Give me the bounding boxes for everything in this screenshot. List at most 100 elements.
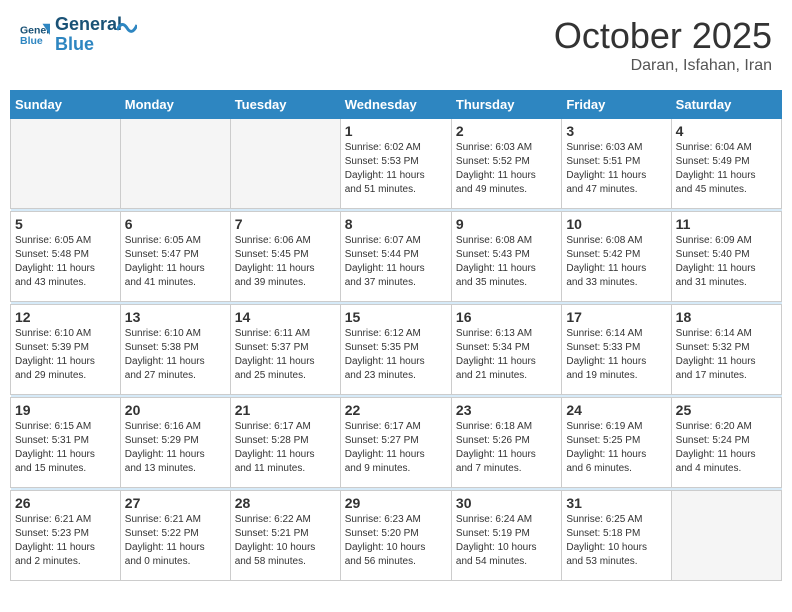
calendar-cell: 9Sunrise: 6:08 AM Sunset: 5:43 PM Daylig… (451, 212, 561, 302)
page-header: General Blue General Blue October 2025 D… (10, 10, 782, 80)
calendar-cell: 21Sunrise: 6:17 AM Sunset: 5:28 PM Dayli… (230, 398, 340, 488)
day-info: Sunrise: 6:14 AM Sunset: 5:33 PM Dayligh… (566, 327, 666, 383)
weekday-header-saturday: Saturday (671, 91, 781, 119)
day-number: 8 (345, 216, 447, 232)
calendar-cell: 20 Sunrise: 6:16 AM Sunset: 5:29 PM Dayli… (120, 398, 230, 488)
day-number: 18 (676, 309, 777, 325)
calendar-cell: 12Sunrise: 6:10 AM Sunset: 5:39 PM Dayli… (11, 305, 121, 395)
day-info: Sunrise: 6:10 AM Sunset: 5:38 PM Dayligh… (125, 327, 226, 383)
day-info: Sunrise: 6:16 AM Sunset: 5:29 PM Dayligh… (125, 420, 226, 476)
weekday-header-tuesday: Tuesday (230, 91, 340, 119)
logo-blue: Blue (55, 35, 122, 55)
day-number: 1 (345, 123, 447, 139)
calendar-cell: 3 Sunrise: 6:03 AM Sunset: 5:51 PM Daylig… (562, 119, 671, 209)
calendar-week-3: 12Sunrise: 6:10 AM Sunset: 5:39 PM Dayli… (11, 305, 782, 395)
day-number: 22 (345, 402, 447, 418)
calendar-cell: 15 Sunrise: 6:12 AM Sunset: 5:35 PM Dayli… (340, 305, 451, 395)
day-number: 31 (566, 495, 666, 511)
calendar-week-5: 26 Sunrise: 6:21 AM Sunset: 5:23 PM Dayli… (11, 491, 782, 581)
day-info: Sunrise: 6:04 AM Sunset: 5:49 PM Dayligh… (676, 141, 777, 197)
calendar-cell: 25 Sunrise: 6:20 AM Sunset: 5:24 PM Dayli… (671, 398, 781, 488)
calendar-week-1: 1 Sunrise: 6:02 AM Sunset: 5:53 PM Daylig… (11, 119, 782, 209)
calendar-table: SundayMondayTuesdayWednesdayThursdayFrid… (10, 90, 782, 581)
day-info: Sunrise: 6:17 AM Sunset: 5:27 PM Dayligh… (345, 420, 447, 476)
day-number: 2 (456, 123, 557, 139)
calendar-cell: 2Sunrise: 6:03 AM Sunset: 5:52 PM Daylig… (451, 119, 561, 209)
day-info: Sunrise: 6:05 AM Sunset: 5:48 PM Dayligh… (15, 234, 116, 290)
calendar-cell: 6 Sunrise: 6:05 AM Sunset: 5:47 PM Daylig… (120, 212, 230, 302)
day-info: Sunrise: 6:22 AM Sunset: 5:21 PM Dayligh… (235, 513, 336, 569)
day-info: Sunrise: 6:23 AM Sunset: 5:20 PM Dayligh… (345, 513, 447, 569)
day-number: 19 (15, 402, 116, 418)
weekday-header-friday: Friday (562, 91, 671, 119)
svg-text:Blue: Blue (20, 35, 43, 47)
day-number: 28 (235, 495, 336, 511)
calendar-cell: 26 Sunrise: 6:21 AM Sunset: 5:23 PM Dayli… (11, 491, 121, 581)
calendar-cell (11, 119, 121, 209)
logo-general: General (55, 15, 122, 35)
day-number: 20 (125, 402, 226, 418)
day-info: Sunrise: 6:12 AM Sunset: 5:35 PM Dayligh… (345, 327, 447, 383)
weekday-header-wednesday: Wednesday (340, 91, 451, 119)
logo: General Blue General Blue (20, 15, 137, 55)
location-subtitle: Daran, Isfahan, Iran (554, 57, 772, 75)
day-number: 27 (125, 495, 226, 511)
calendar-cell: 10 Sunrise: 6:08 AM Sunset: 5:42 PM Dayli… (562, 212, 671, 302)
day-number: 14 (235, 309, 336, 325)
day-number: 15 (345, 309, 447, 325)
weekday-header-thursday: Thursday (451, 91, 561, 119)
weekday-header-sunday: Sunday (11, 91, 121, 119)
calendar-cell: 13Sunrise: 6:10 AM Sunset: 5:38 PM Dayli… (120, 305, 230, 395)
day-number: 23 (456, 402, 557, 418)
day-info: Sunrise: 6:18 AM Sunset: 5:26 PM Dayligh… (456, 420, 557, 476)
calendar-cell: 1 Sunrise: 6:02 AM Sunset: 5:53 PM Daylig… (340, 119, 451, 209)
day-number: 5 (15, 216, 116, 232)
day-number: 10 (566, 216, 666, 232)
weekday-header-monday: Monday (120, 91, 230, 119)
day-info: Sunrise: 6:02 AM Sunset: 5:53 PM Dayligh… (345, 141, 447, 197)
day-number: 21 (235, 402, 336, 418)
calendar-cell: 14Sunrise: 6:11 AM Sunset: 5:37 PM Dayli… (230, 305, 340, 395)
day-number: 25 (676, 402, 777, 418)
logo-icon: General Blue (20, 20, 50, 50)
title-section: October 2025 Daran, Isfahan, Iran (554, 15, 772, 75)
calendar-cell: 19 Sunrise: 6:15 AM Sunset: 5:31 PM Dayli… (11, 398, 121, 488)
calendar-cell: 11Sunrise: 6:09 AM Sunset: 5:40 PM Dayli… (671, 212, 781, 302)
calendar-cell: 23 Sunrise: 6:18 AM Sunset: 5:26 PM Dayli… (451, 398, 561, 488)
calendar-cell (230, 119, 340, 209)
calendar-cell: 22 Sunrise: 6:17 AM Sunset: 5:27 PM Dayli… (340, 398, 451, 488)
day-number: 3 (566, 123, 666, 139)
day-info: Sunrise: 6:08 AM Sunset: 5:42 PM Dayligh… (566, 234, 666, 290)
calendar-cell: 27Sunrise: 6:21 AM Sunset: 5:22 PM Dayli… (120, 491, 230, 581)
day-info: Sunrise: 6:19 AM Sunset: 5:25 PM Dayligh… (566, 420, 666, 476)
day-number: 4 (676, 123, 777, 139)
day-info: Sunrise: 6:21 AM Sunset: 5:23 PM Dayligh… (15, 513, 116, 569)
day-number: 29 (345, 495, 447, 511)
day-number: 17 (566, 309, 666, 325)
calendar-cell: 7Sunrise: 6:06 AM Sunset: 5:45 PM Daylig… (230, 212, 340, 302)
day-info: Sunrise: 6:25 AM Sunset: 5:18 PM Dayligh… (566, 513, 666, 569)
calendar-cell: 5 Sunrise: 6:05 AM Sunset: 5:48 PM Daylig… (11, 212, 121, 302)
day-number: 11 (676, 216, 777, 232)
day-number: 7 (235, 216, 336, 232)
calendar-cell: 31 Sunrise: 6:25 AM Sunset: 5:18 PM Dayli… (562, 491, 671, 581)
day-number: 6 (125, 216, 226, 232)
day-info: Sunrise: 6:07 AM Sunset: 5:44 PM Dayligh… (345, 234, 447, 290)
day-number: 16 (456, 309, 557, 325)
day-number: 24 (566, 402, 666, 418)
calendar-cell (671, 491, 781, 581)
day-info: Sunrise: 6:05 AM Sunset: 5:47 PM Dayligh… (125, 234, 226, 290)
day-info: Sunrise: 6:08 AM Sunset: 5:43 PM Dayligh… (456, 234, 557, 290)
day-number: 26 (15, 495, 116, 511)
day-info: Sunrise: 6:20 AM Sunset: 5:24 PM Dayligh… (676, 420, 777, 476)
day-number: 30 (456, 495, 557, 511)
calendar-cell: 18Sunrise: 6:14 AM Sunset: 5:32 PM Dayli… (671, 305, 781, 395)
day-info: Sunrise: 6:03 AM Sunset: 5:51 PM Dayligh… (566, 141, 666, 197)
weekday-header-row: SundayMondayTuesdayWednesdayThursdayFrid… (11, 91, 782, 119)
calendar-cell: 17 Sunrise: 6:14 AM Sunset: 5:33 PM Dayli… (562, 305, 671, 395)
calendar-cell: 8 Sunrise: 6:07 AM Sunset: 5:44 PM Daylig… (340, 212, 451, 302)
calendar-cell: 29 Sunrise: 6:23 AM Sunset: 5:20 PM Dayli… (340, 491, 451, 581)
month-title: October 2025 (554, 15, 772, 57)
logo-wave-icon (117, 20, 137, 45)
day-info: Sunrise: 6:15 AM Sunset: 5:31 PM Dayligh… (15, 420, 116, 476)
